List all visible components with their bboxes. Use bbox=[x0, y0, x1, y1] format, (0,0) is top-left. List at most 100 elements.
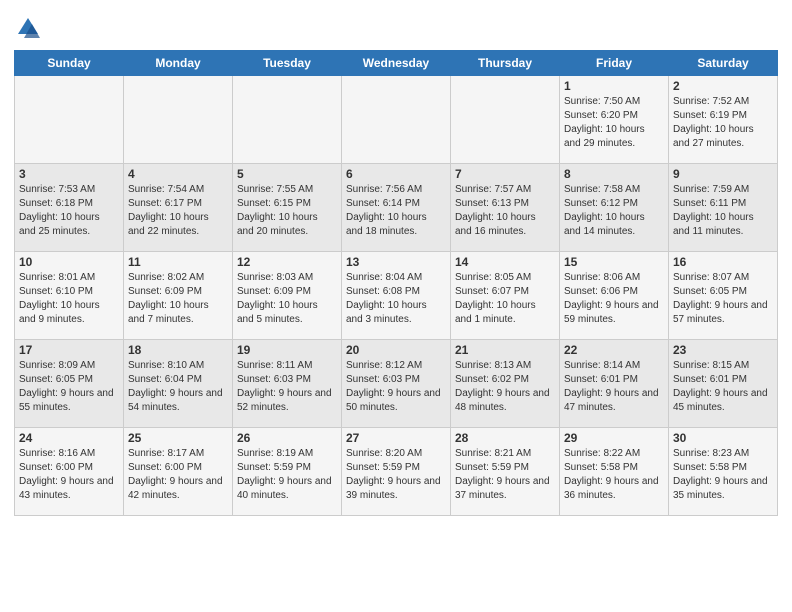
calendar-cell: 28 Sunrise: 8:21 AM Sunset: 5:59 PM Dayli… bbox=[451, 428, 560, 516]
calendar-cell: 2 Sunrise: 7:52 AM Sunset: 6:19 PM Daylig… bbox=[669, 76, 778, 164]
day-info: Sunrise: 8:12 AM Sunset: 6:03 PM Dayligh… bbox=[346, 359, 446, 415]
calendar-cell: 29 Sunrise: 8:22 AM Sunset: 5:58 PM Dayli… bbox=[560, 428, 669, 516]
calendar-cell: 5 Sunrise: 7:55 AM Sunset: 6:15 PM Daylig… bbox=[233, 164, 342, 252]
calendar-cell: 22 Sunrise: 8:14 AM Sunset: 6:01 PM Dayli… bbox=[560, 340, 669, 428]
weekday-header-monday: Monday bbox=[124, 51, 233, 76]
day-number: 19 bbox=[237, 343, 337, 357]
weekday-header-saturday: Saturday bbox=[669, 51, 778, 76]
day-number: 22 bbox=[564, 343, 664, 357]
day-number: 27 bbox=[346, 431, 446, 445]
day-info: Sunrise: 7:53 AM Sunset: 6:18 PM Dayligh… bbox=[19, 183, 119, 239]
calendar-cell bbox=[451, 76, 560, 164]
day-number: 13 bbox=[346, 255, 446, 269]
weekday-header-tuesday: Tuesday bbox=[233, 51, 342, 76]
calendar-week-row: 1Sunrise: 7:50 AM Sunset: 6:20 PM Daylig… bbox=[15, 76, 778, 164]
weekday-header-wednesday: Wednesday bbox=[342, 51, 451, 76]
day-info: Sunrise: 8:05 AM Sunset: 6:07 PM Dayligh… bbox=[455, 271, 555, 327]
day-info: Sunrise: 7:56 AM Sunset: 6:14 PM Dayligh… bbox=[346, 183, 446, 239]
calendar-cell: 19 Sunrise: 8:11 AM Sunset: 6:03 PM Dayli… bbox=[233, 340, 342, 428]
calendar-cell: 27 Sunrise: 8:20 AM Sunset: 5:59 PM Dayli… bbox=[342, 428, 451, 516]
calendar-cell: 24 Sunrise: 8:16 AM Sunset: 6:00 PM Dayli… bbox=[15, 428, 124, 516]
day-info: Sunrise: 8:21 AM Sunset: 5:59 PM Dayligh… bbox=[455, 447, 555, 503]
weekday-header-sunday: Sunday bbox=[15, 51, 124, 76]
calendar-cell: 8 Sunrise: 7:58 AM Sunset: 6:12 PM Daylig… bbox=[560, 164, 669, 252]
calendar-cell: 21 Sunrise: 8:13 AM Sunset: 6:02 PM Dayli… bbox=[451, 340, 560, 428]
calendar-cell: 25 Sunrise: 8:17 AM Sunset: 6:00 PM Dayli… bbox=[124, 428, 233, 516]
day-info: Sunrise: 7:58 AM Sunset: 6:12 PM Dayligh… bbox=[564, 183, 664, 239]
day-info: Sunrise: 8:20 AM Sunset: 5:59 PM Dayligh… bbox=[346, 447, 446, 503]
day-number: 2 bbox=[673, 79, 773, 93]
calendar-cell: 11 Sunrise: 8:02 AM Sunset: 6:09 PM Dayli… bbox=[124, 252, 233, 340]
calendar-cell: 30 Sunrise: 8:23 AM Sunset: 5:58 PM Dayli… bbox=[669, 428, 778, 516]
day-number: 14 bbox=[455, 255, 555, 269]
day-number: 20 bbox=[346, 343, 446, 357]
day-info: Sunrise: 7:55 AM Sunset: 6:15 PM Dayligh… bbox=[237, 183, 337, 239]
day-info: Sunrise: 7:50 AM Sunset: 6:20 PM Dayligh… bbox=[564, 95, 664, 151]
day-info: Sunrise: 8:04 AM Sunset: 6:08 PM Dayligh… bbox=[346, 271, 446, 327]
day-number: 26 bbox=[237, 431, 337, 445]
day-info: Sunrise: 7:59 AM Sunset: 6:11 PM Dayligh… bbox=[673, 183, 773, 239]
day-info: Sunrise: 8:11 AM Sunset: 6:03 PM Dayligh… bbox=[237, 359, 337, 415]
day-info: Sunrise: 8:16 AM Sunset: 6:00 PM Dayligh… bbox=[19, 447, 119, 503]
calendar-week-row: 10 Sunrise: 8:01 AM Sunset: 6:10 PM Dayli… bbox=[15, 252, 778, 340]
day-info: Sunrise: 8:13 AM Sunset: 6:02 PM Dayligh… bbox=[455, 359, 555, 415]
day-info: Sunrise: 8:23 AM Sunset: 5:58 PM Dayligh… bbox=[673, 447, 773, 503]
weekday-row: SundayMondayTuesdayWednesdayThursdayFrid… bbox=[15, 51, 778, 76]
calendar-body: 1Sunrise: 7:50 AM Sunset: 6:20 PM Daylig… bbox=[15, 76, 778, 516]
calendar-cell: 7Sunrise: 7:57 AM Sunset: 6:13 PM Daylig… bbox=[451, 164, 560, 252]
calendar-cell: 3 Sunrise: 7:53 AM Sunset: 6:18 PM Daylig… bbox=[15, 164, 124, 252]
day-info: Sunrise: 8:01 AM Sunset: 6:10 PM Dayligh… bbox=[19, 271, 119, 327]
day-number: 3 bbox=[19, 167, 119, 181]
day-info: Sunrise: 8:17 AM Sunset: 6:00 PM Dayligh… bbox=[128, 447, 228, 503]
calendar-cell: 15 Sunrise: 8:06 AM Sunset: 6:06 PM Dayli… bbox=[560, 252, 669, 340]
calendar-cell: 12 Sunrise: 8:03 AM Sunset: 6:09 PM Dayli… bbox=[233, 252, 342, 340]
day-number: 6 bbox=[346, 167, 446, 181]
day-number: 4 bbox=[128, 167, 228, 181]
day-info: Sunrise: 8:03 AM Sunset: 6:09 PM Dayligh… bbox=[237, 271, 337, 327]
calendar-cell bbox=[124, 76, 233, 164]
day-number: 8 bbox=[564, 167, 664, 181]
calendar-cell: 14 Sunrise: 8:05 AM Sunset: 6:07 PM Dayli… bbox=[451, 252, 560, 340]
calendar-cell: 18Sunrise: 8:10 AM Sunset: 6:04 PM Dayli… bbox=[124, 340, 233, 428]
day-info: Sunrise: 8:02 AM Sunset: 6:09 PM Dayligh… bbox=[128, 271, 228, 327]
day-info: Sunrise: 7:52 AM Sunset: 6:19 PM Dayligh… bbox=[673, 95, 773, 151]
day-number: 12 bbox=[237, 255, 337, 269]
calendar-cell: 16 Sunrise: 8:07 AM Sunset: 6:05 PM Dayli… bbox=[669, 252, 778, 340]
day-number: 24 bbox=[19, 431, 119, 445]
day-number: 29 bbox=[564, 431, 664, 445]
day-number: 23 bbox=[673, 343, 773, 357]
calendar-cell: 9Sunrise: 7:59 AM Sunset: 6:11 PM Daylig… bbox=[669, 164, 778, 252]
calendar-cell: 26Sunrise: 8:19 AM Sunset: 5:59 PM Dayli… bbox=[233, 428, 342, 516]
day-info: Sunrise: 8:10 AM Sunset: 6:04 PM Dayligh… bbox=[128, 359, 228, 415]
day-number: 15 bbox=[564, 255, 664, 269]
day-number: 30 bbox=[673, 431, 773, 445]
calendar-week-row: 24 Sunrise: 8:16 AM Sunset: 6:00 PM Dayli… bbox=[15, 428, 778, 516]
calendar-week-row: 17Sunrise: 8:09 AM Sunset: 6:05 PM Dayli… bbox=[15, 340, 778, 428]
weekday-header-friday: Friday bbox=[560, 51, 669, 76]
day-number: 5 bbox=[237, 167, 337, 181]
page: SundayMondayTuesdayWednesdayThursdayFrid… bbox=[0, 0, 792, 526]
day-info: Sunrise: 8:09 AM Sunset: 6:05 PM Dayligh… bbox=[19, 359, 119, 415]
calendar-cell: 10 Sunrise: 8:01 AM Sunset: 6:10 PM Dayli… bbox=[15, 252, 124, 340]
day-info: Sunrise: 7:54 AM Sunset: 6:17 PM Dayligh… bbox=[128, 183, 228, 239]
day-number: 10 bbox=[19, 255, 119, 269]
day-info: Sunrise: 8:15 AM Sunset: 6:01 PM Dayligh… bbox=[673, 359, 773, 415]
day-number: 25 bbox=[128, 431, 228, 445]
day-number: 28 bbox=[455, 431, 555, 445]
calendar-cell: 17Sunrise: 8:09 AM Sunset: 6:05 PM Dayli… bbox=[15, 340, 124, 428]
day-info: Sunrise: 8:07 AM Sunset: 6:05 PM Dayligh… bbox=[673, 271, 773, 327]
calendar-cell: 1Sunrise: 7:50 AM Sunset: 6:20 PM Daylig… bbox=[560, 76, 669, 164]
logo-icon bbox=[14, 14, 42, 42]
calendar-table: SundayMondayTuesdayWednesdayThursdayFrid… bbox=[14, 50, 778, 516]
day-info: Sunrise: 8:06 AM Sunset: 6:06 PM Dayligh… bbox=[564, 271, 664, 327]
day-number: 21 bbox=[455, 343, 555, 357]
calendar-cell: 13 Sunrise: 8:04 AM Sunset: 6:08 PM Dayli… bbox=[342, 252, 451, 340]
day-number: 11 bbox=[128, 255, 228, 269]
calendar-cell: 6 Sunrise: 7:56 AM Sunset: 6:14 PM Daylig… bbox=[342, 164, 451, 252]
calendar-cell bbox=[15, 76, 124, 164]
day-info: Sunrise: 8:14 AM Sunset: 6:01 PM Dayligh… bbox=[564, 359, 664, 415]
day-info: Sunrise: 7:57 AM Sunset: 6:13 PM Dayligh… bbox=[455, 183, 555, 239]
weekday-header-thursday: Thursday bbox=[451, 51, 560, 76]
day-info: Sunrise: 8:22 AM Sunset: 5:58 PM Dayligh… bbox=[564, 447, 664, 503]
day-number: 16 bbox=[673, 255, 773, 269]
